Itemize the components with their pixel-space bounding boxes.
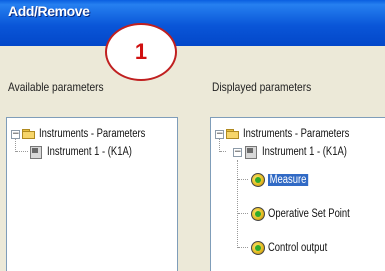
tree-root-node[interactable]: − Instruments - Parameters: [215, 125, 373, 143]
tree-instrument-node[interactable]: − Instrument 1 - (K1A): [233, 143, 366, 161]
tree-param-operative-set-point[interactable]: Operative Set Point: [251, 205, 368, 223]
instrument-icon: [29, 145, 44, 160]
tree-root-label: Instruments - Parameters: [39, 128, 146, 140]
collapse-icon[interactable]: −: [11, 129, 20, 139]
instrument-icon: [244, 145, 259, 160]
callout-number: 1: [134, 39, 148, 64]
tree-connector: [238, 213, 248, 214]
tree-param-label: Control output: [268, 242, 328, 254]
tree-connector: [220, 151, 226, 152]
folder-icon: [22, 128, 36, 140]
tree-connector: [237, 160, 238, 248]
tree-instrument-label: Instrument 1 - (K1A): [262, 146, 347, 158]
tree-param-label: Operative Set Point: [268, 208, 350, 220]
tree-connector: [238, 179, 248, 180]
available-parameters-label: Available parameters: [8, 80, 104, 94]
collapse-icon[interactable]: −: [233, 147, 242, 157]
tree-root-node[interactable]: − Instruments - Parameters: [11, 125, 169, 143]
tree-root-label: Instruments - Parameters: [243, 128, 350, 140]
tree-param-label: Measure: [268, 174, 308, 186]
tree-instrument-node[interactable]: Instrument 1 - (K1A): [29, 143, 151, 161]
add-remove-dialog: Add/Remove 1 Available parameters Displa…: [0, 0, 385, 271]
displayed-parameters-label: Displayed parameters: [212, 80, 312, 94]
tree-param-measure[interactable]: Measure: [251, 171, 317, 189]
parameter-icon: [251, 241, 265, 255]
tree-connector: [238, 247, 248, 248]
title-bar[interactable]: Add/Remove: [0, 0, 385, 46]
tree-instrument-label: Instrument 1 - (K1A): [47, 146, 132, 158]
tree-connector: [16, 151, 28, 152]
window-title: Add/Remove: [8, 3, 90, 19]
collapse-icon[interactable]: −: [215, 129, 224, 139]
displayed-parameters-tree[interactable]: − Instruments - Parameters − Instrument …: [210, 117, 385, 271]
available-parameters-tree[interactable]: − Instruments - Parameters Instrument 1 …: [6, 117, 178, 271]
folder-icon: [226, 128, 240, 140]
parameter-icon: [251, 207, 265, 221]
parameter-icon: [251, 173, 265, 187]
callout-badge: 1: [105, 23, 177, 81]
tree-param-control-output[interactable]: Control output: [251, 239, 340, 257]
